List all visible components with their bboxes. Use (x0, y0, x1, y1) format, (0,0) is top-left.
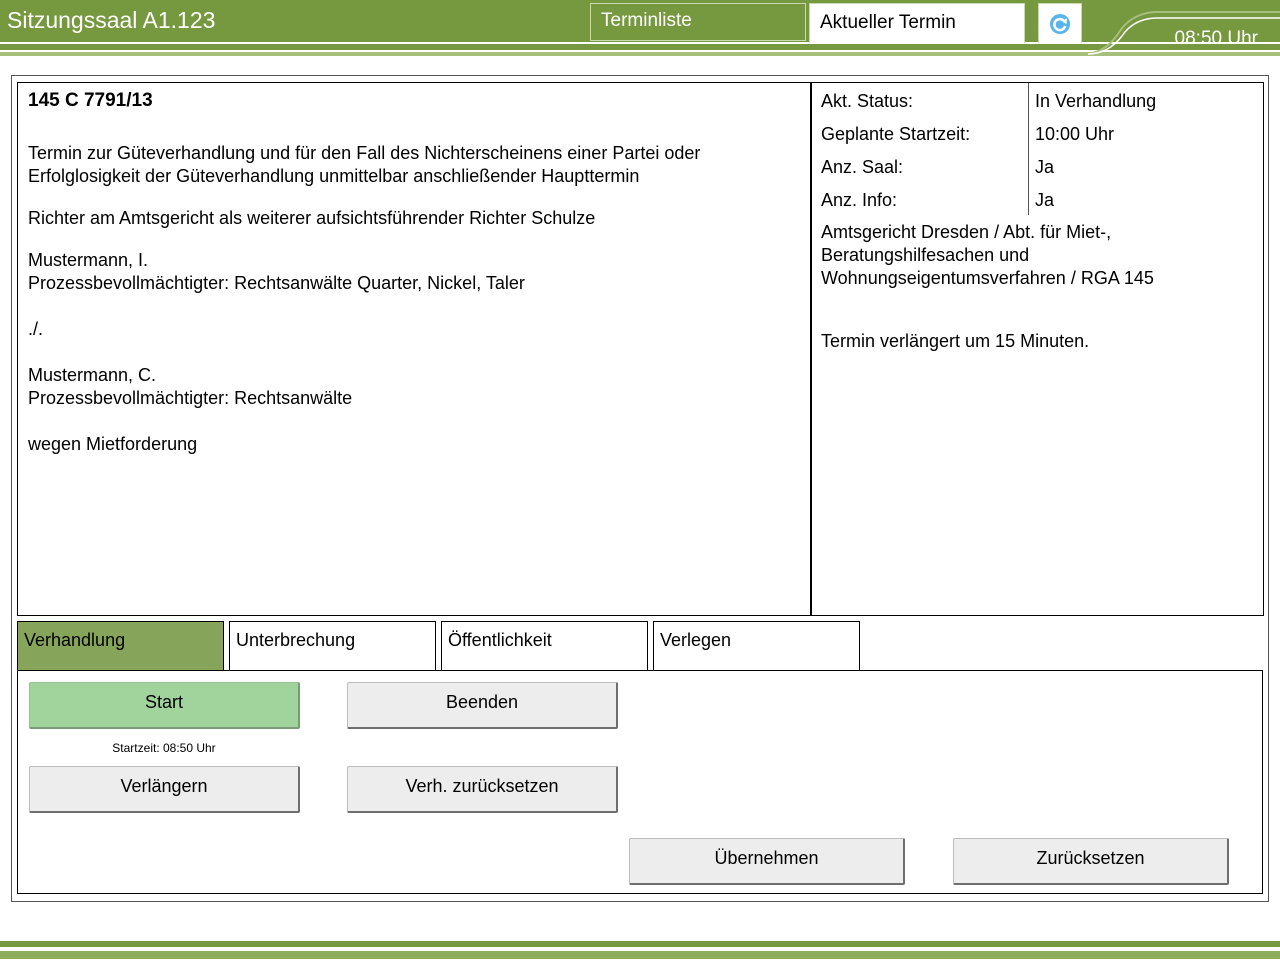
party-plaintiff: Mustermann, I. Prozessbevollmächtigter: … (28, 250, 525, 293)
status-value: In Verhandlung (1035, 91, 1157, 111)
display-room-label: Anz. Saal: (821, 157, 904, 177)
refresh-button[interactable] (1038, 3, 1082, 43)
refresh-icon (1050, 13, 1070, 34)
display-room-value: Ja (1035, 157, 1055, 177)
planned-start-label: Geplante Startzeit: (821, 124, 971, 144)
apply-button[interactable]: Übernehmen (629, 838, 905, 885)
reset-button[interactable]: Zurücksetzen (953, 838, 1229, 885)
tab-verlegen[interactable]: Verlegen (653, 621, 860, 671)
case-subject: wegen Mietforderung (28, 434, 198, 454)
tab-unterbrechung[interactable]: Unterbrechung (229, 621, 436, 671)
tab-terminliste[interactable]: Terminliste (590, 3, 806, 41)
extension-note: Termin verlängert um 15 Minuten. (821, 331, 1090, 351)
extend-button[interactable]: Verlängern (29, 766, 300, 813)
footer-stripe-bottom (0, 951, 1280, 959)
tab-aktueller-termin[interactable]: Aktueller Termin (809, 3, 1025, 43)
party-defendant: Mustermann, C. Prozessbevollmächtigter: … (28, 365, 353, 408)
display-info-label: Anz. Info: (821, 190, 898, 210)
status-label: Akt. Status: (821, 91, 914, 111)
case-description: Termin zur Güteverhandlung und für den F… (28, 143, 701, 186)
tab-oeffentlichkeit[interactable]: Öffentlichkeit (441, 621, 648, 671)
tab-verhandlung[interactable]: Verhandlung (17, 621, 224, 671)
judge: Richter am Amtsgericht als weiterer aufs… (28, 208, 596, 228)
start-button[interactable]: Start (29, 682, 300, 729)
planned-start-value: 10:00 Uhr (1035, 124, 1115, 144)
display-info-value: Ja (1035, 190, 1055, 210)
party-separator: ./. (28, 319, 44, 339)
reset-hearing-button[interactable]: Verh. zurücksetzen (347, 766, 618, 813)
end-button[interactable]: Beenden (347, 682, 618, 729)
court-info: Amtsgericht Dresden / Abt. für Miet-, Be… (821, 222, 1154, 288)
start-time-label: Startzeit: 08:50 Uhr (112, 741, 216, 755)
info-column-separator (1028, 83, 1029, 215)
case-number: 145 C 7791/13 (28, 90, 153, 111)
footer-stripe (0, 941, 1280, 947)
clock: 08:50 Uhr (1174, 28, 1258, 49)
room-title: Sitzungssaal A1.123 (7, 7, 216, 33)
